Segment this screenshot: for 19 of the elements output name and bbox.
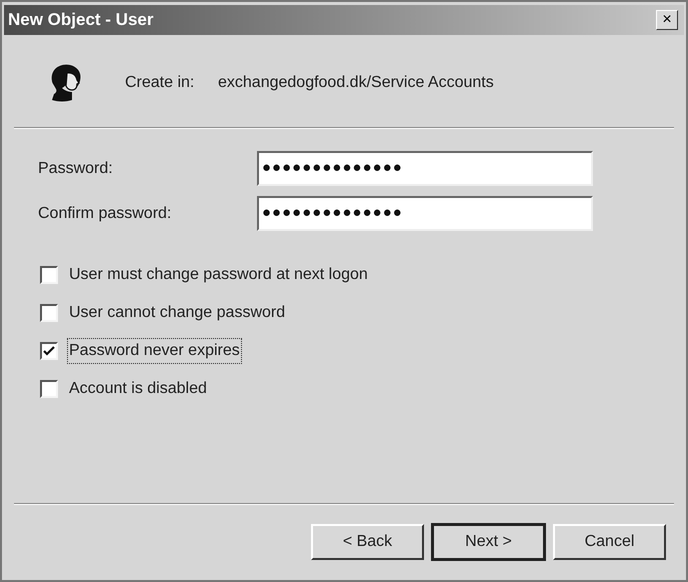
dialog-button[interactable]: Next > <box>432 524 545 560</box>
dialog-button[interactable]: Cancel <box>553 524 666 560</box>
checkbox[interactable] <box>40 380 58 398</box>
close-button[interactable]: × <box>656 10 678 30</box>
container-path: exchangedogfood.dk/Service Accounts <box>218 73 494 93</box>
create-in-label: Create in: <box>125 73 196 93</box>
checkbox[interactable] <box>40 266 58 284</box>
checkbox-label: Password never expires <box>67 338 242 364</box>
checkbox-label: Account is disabled <box>68 379 208 399</box>
checkbox-label: User must change password at next logon <box>68 265 369 285</box>
password-field[interactable]: ●●●●●●●●●●●●●● <box>257 151 593 186</box>
password-field[interactable]: ●●●●●●●●●●●●●● <box>257 196 593 231</box>
field-label: Password: <box>38 158 114 178</box>
dialog-button[interactable]: < Back <box>311 524 424 560</box>
checkbox[interactable] <box>40 342 58 360</box>
field-label: Confirm password: <box>38 204 172 224</box>
window-title: New Object - User <box>8 9 154 32</box>
checkbox[interactable] <box>40 304 58 322</box>
checkbox-label: User cannot change password <box>68 303 286 323</box>
